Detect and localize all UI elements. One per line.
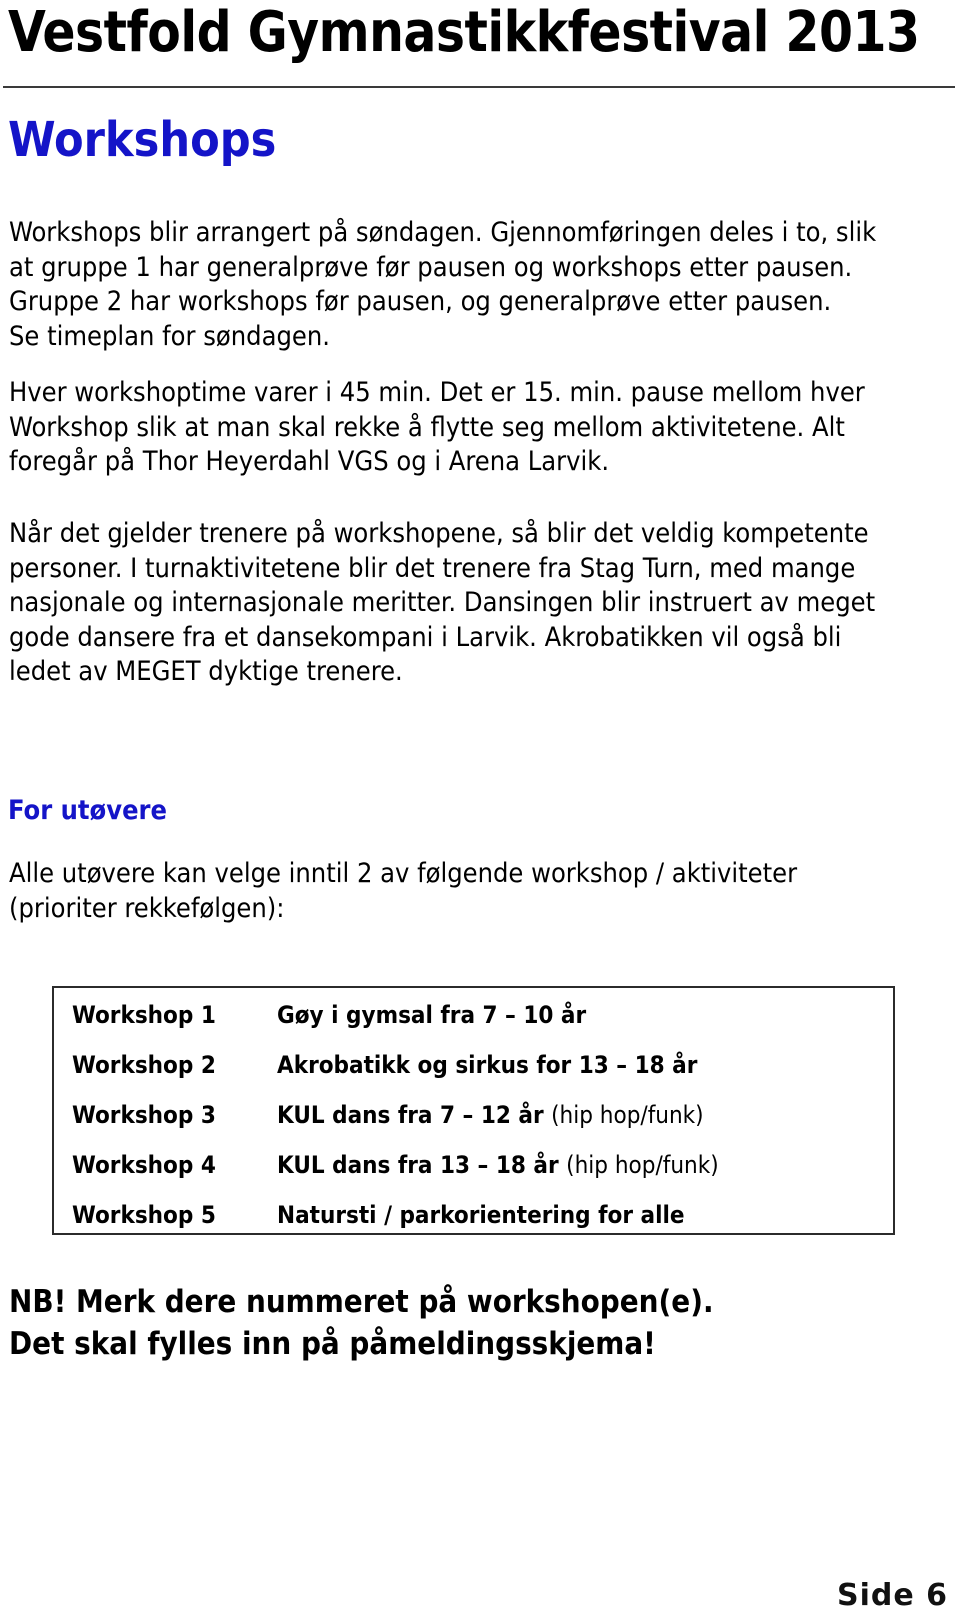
workshop-label: Workshop 1 bbox=[72, 1001, 216, 1029]
paragraph-participants: Alle utøvere kan velge inntil 2 av følge… bbox=[9, 857, 939, 926]
paragraph-line: Hver workshoptime varer i 45 min. Det er… bbox=[9, 377, 865, 408]
workshop-label: Workshop 4 bbox=[72, 1151, 216, 1179]
workshop-value-main: Akrobatikk og sirkus for 13 – 18 år bbox=[277, 1051, 698, 1079]
paragraph-line: Workshop slik at man skal rekke å flytte… bbox=[9, 411, 845, 443]
notice-block: NB! Merk dere nummeret på workshopen(e).… bbox=[9, 1281, 714, 1365]
paragraph-line: (prioriter rekkefølgen): bbox=[9, 892, 285, 924]
paragraph-line: Se timeplan for søndagen. bbox=[9, 320, 330, 352]
workshop-value: KUL dans fra 13 – 18 år (hip hop/funk) bbox=[277, 1151, 719, 1179]
paragraph-line: personer. I turnaktivitetene blir det tr… bbox=[9, 552, 856, 584]
table-row: Workshop 1 Gøy i gymsal fra 7 – 10 år bbox=[54, 990, 893, 1040]
header-divider bbox=[3, 86, 955, 88]
document-title: Vestfold Gymnastikkfestival 2013 bbox=[8, 0, 920, 65]
notice-line: NB! Merk dere nummeret på workshopen(e). bbox=[9, 1284, 714, 1320]
paragraph-line: Gruppe 2 har workshops før pausen, og ge… bbox=[9, 286, 832, 317]
workshop-value: Natursti / parkorientering for alle bbox=[277, 1201, 685, 1229]
paragraph-line: Alle utøvere kan velge inntil 2 av følge… bbox=[9, 858, 798, 889]
paragraph-line: Workshops blir arrangert på søndagen. Gj… bbox=[9, 217, 877, 248]
section-heading-workshops: Workshops bbox=[8, 112, 277, 168]
document-page: Vestfold Gymnastikkfestival 2013 Worksho… bbox=[0, 0, 960, 1613]
workshop-value-main: KUL dans fra 13 – 18 år bbox=[277, 1151, 567, 1179]
workshop-label: Workshop 5 bbox=[72, 1201, 216, 1229]
paragraph-line: ledet av MEGET dyktige trenere. bbox=[9, 656, 403, 687]
workshop-value: Akrobatikk og sirkus for 13 – 18 år bbox=[277, 1051, 697, 1079]
workshop-label: Workshop 2 bbox=[72, 1051, 216, 1079]
paragraph-trainers: Når det gjelder trenere på workshopene, … bbox=[9, 517, 939, 690]
table-row: Workshop 4 KUL dans fra 13 – 18 år (hip … bbox=[54, 1140, 893, 1190]
workshop-value-main: Gøy i gymsal fra 7 – 10 år bbox=[277, 1001, 587, 1029]
table-row: Workshop 2 Akrobatikk og sirkus for 13 –… bbox=[54, 1040, 893, 1090]
paragraph-line: nasjonale og internasjonale meritter. Da… bbox=[9, 587, 876, 618]
notice-line: Det skal fylles inn på påmeldingsskjema! bbox=[9, 1326, 656, 1362]
workshop-value-main: Natursti / parkorientering for alle bbox=[277, 1201, 685, 1229]
workshop-label: Workshop 3 bbox=[72, 1101, 216, 1129]
workshop-value-main: KUL dans fra 7 – 12 år bbox=[277, 1101, 552, 1129]
paragraph-line: Når det gjelder trenere på workshopene, … bbox=[9, 518, 869, 549]
paragraph-intro: Workshops blir arrangert på søndagen. Gj… bbox=[9, 216, 939, 354]
workshop-table: Workshop 1 Gøy i gymsal fra 7 – 10 år Wo… bbox=[52, 986, 895, 1235]
workshop-value-note: (hip hop/funk) bbox=[566, 1151, 719, 1179]
workshop-value: Gøy i gymsal fra 7 – 10 år bbox=[277, 1001, 586, 1029]
paragraph-schedule: Hver workshoptime varer i 45 min. Det er… bbox=[9, 376, 939, 480]
table-row: Workshop 5 Natursti / parkorientering fo… bbox=[54, 1190, 893, 1240]
workshop-value: KUL dans fra 7 – 12 år (hip hop/funk) bbox=[277, 1101, 704, 1129]
footer-page-number: Side 6 bbox=[836, 1578, 948, 1613]
paragraph-line: foregår på Thor Heyerdahl VGS og i Arena… bbox=[9, 446, 610, 477]
section-heading-for-utovere: For utøvere bbox=[8, 795, 168, 826]
table-row: Workshop 3 KUL dans fra 7 – 12 år (hip h… bbox=[54, 1090, 893, 1140]
paragraph-line: gode dansere fra et dansekompani i Larvi… bbox=[9, 621, 842, 653]
workshop-value-note: (hip hop/funk) bbox=[551, 1101, 704, 1129]
paragraph-line: at gruppe 1 har generalprøve før pausen … bbox=[9, 251, 853, 283]
